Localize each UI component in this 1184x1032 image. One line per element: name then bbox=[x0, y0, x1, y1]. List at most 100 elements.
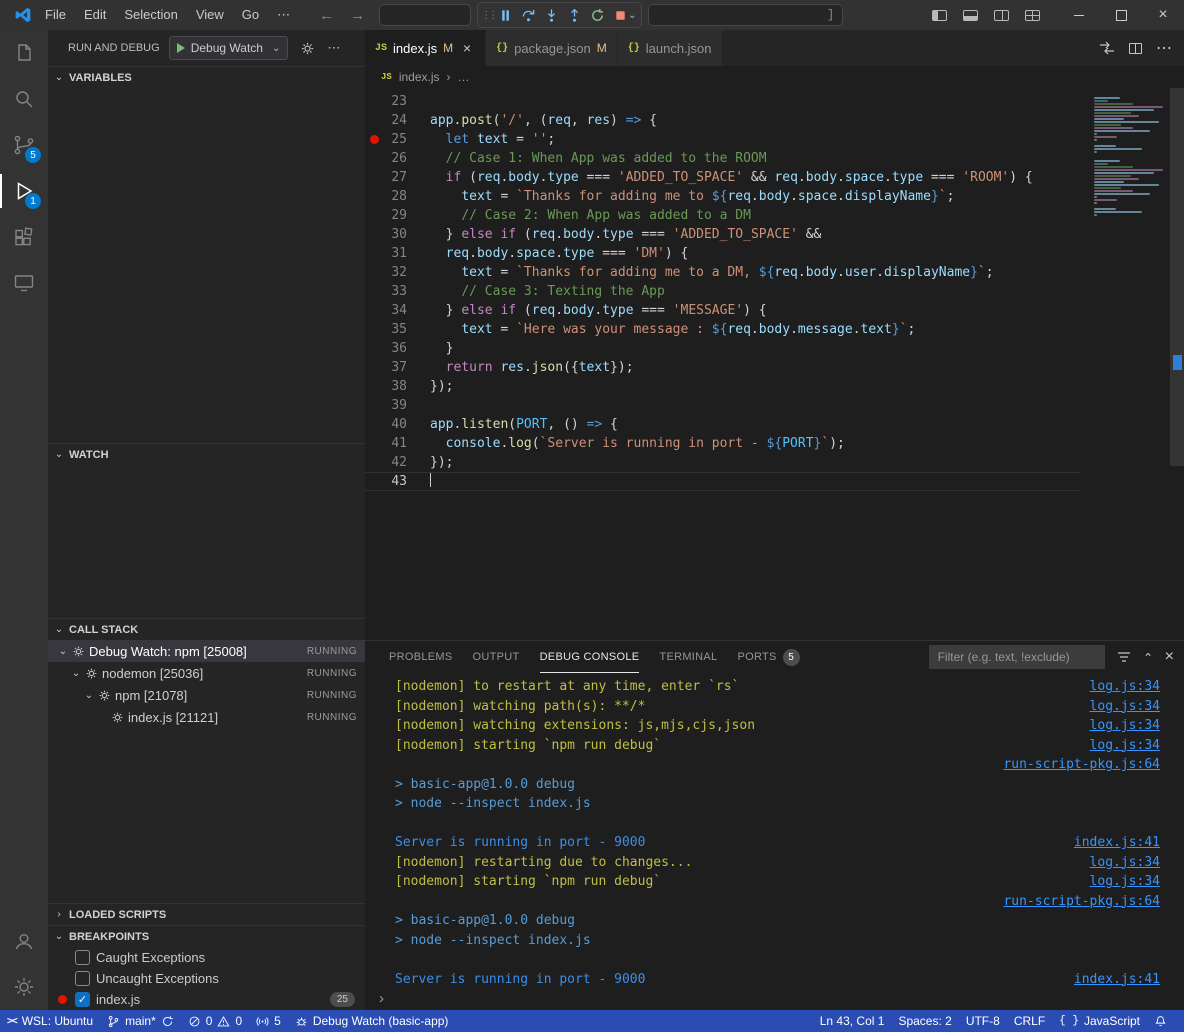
console-source-link[interactable]: log.js:34 bbox=[1070, 697, 1160, 717]
breadcrumb-symbol[interactable]: … bbox=[458, 70, 470, 84]
activity-source-control[interactable]: 5 bbox=[0, 122, 48, 168]
console-source-link[interactable]: index.js:41 bbox=[1054, 833, 1160, 853]
activity-accounts[interactable] bbox=[0, 918, 48, 964]
debug-console-input[interactable]: › bbox=[365, 986, 1184, 1010]
command-center[interactable]: ] bbox=[648, 4, 843, 26]
activity-remote-explorer[interactable] bbox=[0, 260, 48, 306]
console-source-link[interactable]: run-script-pkg.js:64 bbox=[983, 892, 1160, 912]
toggle-panel-icon[interactable] bbox=[963, 10, 978, 21]
breakpoint-slot[interactable] bbox=[365, 301, 383, 320]
tab-launch.json[interactable]: {}launch.json bbox=[618, 30, 723, 66]
code-line-28[interactable]: 28 text = `Thanks for adding me to ${req… bbox=[365, 187, 1080, 206]
breadcrumb-file[interactable]: index.js bbox=[399, 70, 440, 84]
forward-icon[interactable]: → bbox=[350, 7, 365, 24]
filter-options-icon[interactable] bbox=[1117, 651, 1131, 663]
breakpoint-row[interactable]: Uncaught Exceptions bbox=[48, 968, 365, 989]
activity-explorer[interactable] bbox=[0, 30, 48, 76]
minimap[interactable] bbox=[1094, 94, 1168, 219]
breakpoint-slot[interactable] bbox=[365, 339, 383, 358]
activity-run-debug[interactable]: 1 bbox=[0, 168, 48, 214]
maximize-button[interactable] bbox=[1100, 0, 1142, 30]
call-stack-row[interactable]: ⌄npm [21078]RUNNING bbox=[48, 684, 365, 706]
console-filter-input[interactable] bbox=[929, 645, 1105, 669]
menu-file[interactable]: File bbox=[36, 7, 75, 22]
expand-icon[interactable]: ⌄ bbox=[56, 646, 70, 657]
breakpoint-slot[interactable] bbox=[365, 472, 383, 491]
close-panel-icon[interactable]: × bbox=[1165, 648, 1174, 666]
toggle-sidebar-icon[interactable] bbox=[932, 10, 947, 21]
section-watch[interactable]: ⌄ WATCH bbox=[48, 443, 365, 465]
breakpoint-slot[interactable] bbox=[365, 453, 383, 472]
editor-more-actions-icon[interactable]: ⋯ bbox=[1156, 38, 1172, 58]
code-line-40[interactable]: 40app.listen(PORT, () => { bbox=[365, 415, 1080, 434]
command-center-left[interactable] bbox=[379, 4, 471, 26]
code-line-35[interactable]: 35 text = `Here was your message : ${req… bbox=[365, 320, 1080, 339]
panel-tab-debug-console[interactable]: DEBUG CONSOLE bbox=[540, 641, 640, 673]
breakpoint-slot[interactable] bbox=[365, 320, 383, 339]
notifications-bell[interactable] bbox=[1147, 1010, 1174, 1032]
checkbox[interactable]: ✓ bbox=[75, 992, 90, 1007]
section-loaded-scripts[interactable]: › LOADED SCRIPTS bbox=[48, 903, 365, 925]
remote-indicator[interactable]: >< WSL: Ubuntu bbox=[0, 1010, 100, 1032]
code-line-26[interactable]: 26 // Case 1: When App was added to the … bbox=[365, 149, 1080, 168]
section-breakpoints[interactable]: ⌄ BREAKPOINTS bbox=[48, 925, 365, 947]
code-line-39[interactable]: 39 bbox=[365, 396, 1080, 415]
breakpoint-row[interactable]: Caught Exceptions bbox=[48, 947, 365, 968]
breakpoint-slot[interactable] bbox=[365, 396, 383, 415]
console-source-link[interactable]: log.js:34 bbox=[1070, 853, 1160, 873]
code-line-31[interactable]: 31 req.body.space.type === 'DM') { bbox=[365, 244, 1080, 263]
breakpoint-dot[interactable] bbox=[365, 130, 383, 149]
panel-tab-output[interactable]: OUTPUT bbox=[473, 641, 520, 673]
tab-package.json[interactable]: {}package.jsonM bbox=[486, 30, 618, 66]
breakpoint-slot[interactable] bbox=[365, 206, 383, 225]
call-stack-row[interactable]: ⌄nodemon [25036]RUNNING bbox=[48, 662, 365, 684]
call-stack-row[interactable]: index.js [21121]RUNNING bbox=[48, 706, 365, 728]
toggle-secondary-sidebar-icon[interactable] bbox=[994, 10, 1009, 21]
menu-more[interactable]: ⋯ bbox=[268, 7, 299, 22]
eol-sequence[interactable]: CRLF bbox=[1007, 1010, 1052, 1032]
code-line-42[interactable]: 42}); bbox=[365, 453, 1080, 472]
breakpoint-slot[interactable] bbox=[365, 415, 383, 434]
split-editor-icon[interactable] bbox=[1129, 43, 1142, 54]
activity-extensions[interactable] bbox=[0, 214, 48, 260]
breakpoint-slot[interactable] bbox=[365, 377, 383, 396]
panel-tab-problems[interactable]: PROBLEMS bbox=[389, 641, 453, 673]
step-out-button[interactable] bbox=[563, 4, 585, 26]
console-source-link[interactable]: log.js:34 bbox=[1070, 736, 1160, 756]
menu-view[interactable]: View bbox=[187, 7, 233, 22]
breakpoint-row[interactable]: ✓index.js25 bbox=[48, 989, 365, 1010]
code-line-37[interactable]: 37 return res.json({text}); bbox=[365, 358, 1080, 377]
drag-handle-icon[interactable]: ⋮⋮ bbox=[481, 10, 493, 21]
step-into-button[interactable] bbox=[540, 4, 562, 26]
open-changes-icon[interactable] bbox=[1099, 41, 1115, 55]
console-source-link[interactable]: log.js:34 bbox=[1070, 716, 1160, 736]
back-icon[interactable]: ← bbox=[319, 7, 334, 24]
activity-search[interactable] bbox=[0, 76, 48, 122]
tab-index.js[interactable]: JSindex.jsM× bbox=[365, 30, 486, 66]
maximize-panel-icon[interactable]: ⌄ bbox=[1143, 650, 1153, 664]
git-branch[interactable]: main* bbox=[100, 1010, 181, 1032]
language-mode[interactable]: { } JavaScript bbox=[1052, 1010, 1147, 1032]
console-source-link[interactable]: index.js:41 bbox=[1054, 970, 1160, 987]
code-line-24[interactable]: 24app.post('/', (req, res) => { bbox=[365, 111, 1080, 130]
close-tab-icon[interactable]: × bbox=[459, 40, 475, 56]
menu-go[interactable]: Go bbox=[233, 7, 268, 22]
activity-settings[interactable] bbox=[0, 964, 48, 1010]
breakpoint-slot[interactable] bbox=[365, 282, 383, 301]
breakpoint-slot[interactable] bbox=[365, 187, 383, 206]
indentation[interactable]: Spaces: 2 bbox=[891, 1010, 958, 1032]
debug-session-status[interactable]: Debug Watch (basic-app) bbox=[288, 1010, 456, 1032]
ports-indicator[interactable]: 5 bbox=[249, 1010, 288, 1032]
code-line-36[interactable]: 36 } bbox=[365, 339, 1080, 358]
console-source-link[interactable]: log.js:34 bbox=[1070, 677, 1160, 697]
panel-tab-ports[interactable]: PORTS5 bbox=[737, 641, 799, 673]
breakpoint-slot[interactable] bbox=[365, 92, 383, 111]
call-stack-row[interactable]: ⌄Debug Watch: npm [25008]RUNNING bbox=[48, 640, 365, 662]
menu-edit[interactable]: Edit bbox=[75, 7, 115, 22]
cursor-position[interactable]: Ln 43, Col 1 bbox=[813, 1010, 892, 1032]
code-line-43[interactable]: 43 bbox=[365, 472, 1080, 491]
breakpoint-slot[interactable] bbox=[365, 263, 383, 282]
section-variables[interactable]: ⌄ VARIABLES bbox=[48, 66, 365, 88]
debug-settings-gear-icon[interactable] bbox=[300, 41, 315, 56]
code-editor[interactable]: 2324app.post('/', (req, res) => {25 let … bbox=[365, 88, 1184, 640]
